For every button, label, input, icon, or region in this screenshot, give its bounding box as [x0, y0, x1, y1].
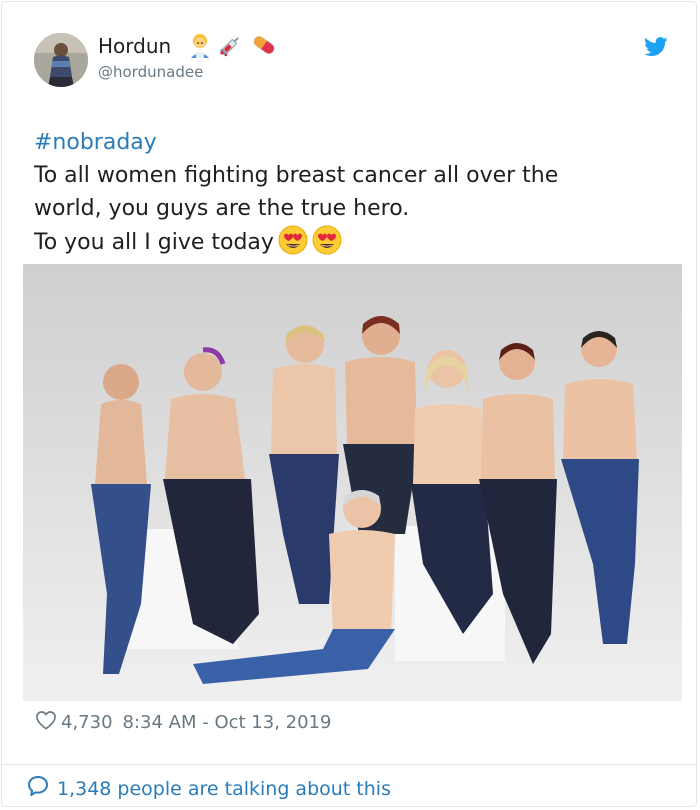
tweet-card: Hordun @hordunadee #nobraday To all wome… — [1, 1, 698, 807]
like-button[interactable]: 4,730 — [35, 710, 113, 735]
twitter-bird-icon[interactable] — [644, 36, 668, 58]
heart-outline-icon — [35, 710, 57, 735]
heart-eyes-emoji — [278, 225, 308, 265]
syringe-emoji — [218, 32, 244, 62]
tweet-line-3-text: To you all I give today — [34, 230, 274, 255]
tweet-line-1: To all women fighting breast cancer all … — [34, 163, 559, 188]
display-name[interactable]: Hordun — [98, 34, 171, 58]
woman-office-worker-emoji — [188, 32, 212, 62]
tweet-photo[interactable] — [23, 264, 682, 701]
user-handle[interactable]: @hordunadee — [98, 63, 203, 81]
tweet-line-2: world, you guys are the true hero. — [34, 196, 410, 221]
conversation-link[interactable]: 1,348 people are talking about this — [26, 774, 391, 803]
avatar[interactable] — [34, 33, 88, 87]
heart-eyes-emoji — [312, 225, 342, 265]
speech-bubble-icon — [26, 774, 50, 803]
like-count: 4,730 — [61, 712, 113, 733]
pill-emoji — [250, 32, 278, 62]
name-emojis — [188, 32, 278, 62]
conversation-count: 1,348 people are talking about this — [57, 777, 391, 800]
tweet-timestamp[interactable]: 8:34 AM - Oct 13, 2019 — [123, 712, 332, 733]
hashtag-link[interactable]: #nobraday — [34, 126, 674, 159]
tweet-text: #nobraday To all women fighting breast c… — [34, 126, 674, 265]
footer-divider — [2, 764, 698, 765]
tweet-line-3: To you all I give today — [34, 225, 674, 265]
tweet-meta: 4,730 8:34 AM - Oct 13, 2019 — [35, 710, 331, 735]
